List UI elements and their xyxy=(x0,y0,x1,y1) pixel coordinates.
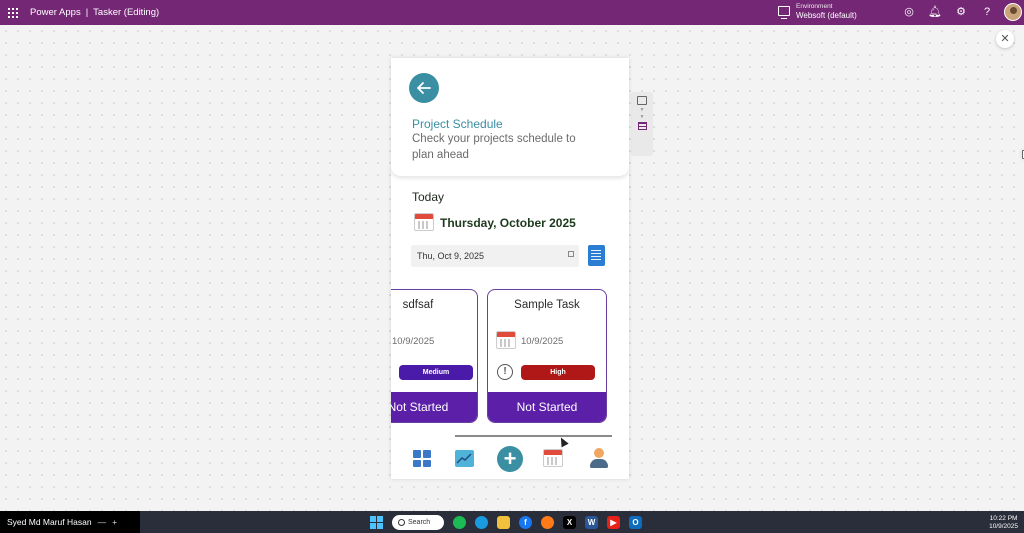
app-name: Tasker (Editing) xyxy=(93,7,160,18)
file-explorer-icon[interactable] xyxy=(497,515,510,529)
date-picker-value: Thu, Oct 9, 2025 xyxy=(417,251,485,261)
app-title: Power Apps | Tasker (Editing) xyxy=(30,7,159,18)
page-title: Project Schedule xyxy=(412,117,503,131)
close-icon[interactable]: ✕ xyxy=(996,30,1014,48)
presenter-name: Syed Md Maruf Hasan xyxy=(7,517,92,527)
app-screen: Project Schedule Check your projects sch… xyxy=(391,58,629,479)
product-name[interactable]: Power Apps xyxy=(30,7,81,18)
calendar-icon xyxy=(414,213,434,231)
header-card: Project Schedule Check your projects sch… xyxy=(391,58,629,176)
environment-icon xyxy=(778,6,790,19)
priority-badge: Medium xyxy=(399,365,473,380)
chevron-down-icon: ▼ xyxy=(639,114,645,120)
priority-badge: High xyxy=(521,365,595,380)
add-task-button[interactable]: + xyxy=(497,446,523,472)
clock-time: 10:22 PM xyxy=(989,515,1018,522)
app-header-bar: Power Apps | Tasker (Editing) Environment … xyxy=(0,0,1024,25)
task-title: sdfsaf xyxy=(402,299,434,311)
environment-picker[interactable]: Environment Websoft (default) xyxy=(778,2,857,20)
back-button[interactable] xyxy=(409,73,439,103)
clock-date: 10/9/2025 xyxy=(989,522,1018,530)
waffle-icon xyxy=(8,7,18,18)
warning-icon: ! xyxy=(497,364,513,380)
environment-label: Environment xyxy=(796,3,833,10)
minimize-icon[interactable]: — xyxy=(98,517,107,527)
screen-share-indicator: Syed Md Maruf Hasan — + xyxy=(0,511,140,533)
canvas-mini-toolbar: ▼ ▼ xyxy=(631,92,1024,159)
gallery-scrollbar[interactable] xyxy=(455,435,612,437)
taskbar-search[interactable]: Search xyxy=(392,514,444,530)
task-status: Not Started xyxy=(391,392,477,422)
windows-start-icon[interactable] xyxy=(370,515,383,529)
data-table-icon[interactable] xyxy=(637,122,647,130)
chevron-down-icon: ▼ xyxy=(639,107,645,113)
taskbar-apps: Search f X W ▶ O xyxy=(370,514,642,530)
task-status: Not Started xyxy=(488,392,606,422)
calendar-icon[interactable] xyxy=(543,449,563,467)
trend-chart-icon[interactable] xyxy=(455,450,474,467)
document-icon[interactable] xyxy=(588,245,605,266)
settings-gear-icon[interactable]: ⚙ xyxy=(954,5,968,19)
dashboard-icon[interactable] xyxy=(413,450,431,467)
task-date: 10/9/2025 xyxy=(392,336,435,347)
word-icon[interactable]: W xyxy=(585,515,598,529)
facebook-icon[interactable]: f xyxy=(519,515,532,529)
os-taskbar: Syed Md Maruf Hasan — + Search f X W ▶ O 1… xyxy=(0,511,1024,533)
date-picker[interactable]: Thu, Oct 9, 2025 xyxy=(411,245,579,267)
edge-icon[interactable] xyxy=(475,515,488,529)
environment-name: Websoft (default) xyxy=(796,11,857,20)
spotify-icon[interactable] xyxy=(453,515,466,529)
monitor-icon[interactable] xyxy=(637,96,647,105)
notification-bell-icon[interactable]: 🔔︎ xyxy=(928,5,942,19)
title-separator: | xyxy=(85,7,89,18)
bottom-nav: + xyxy=(391,444,629,474)
user-icon[interactable] xyxy=(590,448,608,468)
youtube-icon[interactable]: ▶ xyxy=(607,515,620,529)
arrow-left-icon xyxy=(417,82,431,94)
task-gallery[interactable]: sdfsaf 10/9/2025 ! Medium Not Started Sa… xyxy=(391,287,629,427)
task-date: 10/9/2025 xyxy=(521,336,564,347)
task-title: Sample Task xyxy=(514,299,580,311)
today-label: Today xyxy=(412,190,445,204)
current-date-text: Thursday, October 2025 xyxy=(440,216,576,230)
add-icon[interactable]: + xyxy=(112,517,117,527)
page-subtitle: Check your projects schedule to plan ahe… xyxy=(412,133,576,161)
task-card[interactable]: Sample Task 10/9/2025 ! High Not Started xyxy=(487,289,607,423)
calendar-icon xyxy=(496,331,516,349)
help-icon[interactable]: ? xyxy=(980,5,994,19)
x-icon[interactable]: X xyxy=(563,515,576,529)
firefox-icon[interactable] xyxy=(541,515,554,529)
outlook-icon[interactable]: O xyxy=(629,515,642,529)
copilot-icon[interactable]: ◎ xyxy=(902,5,916,19)
system-clock[interactable]: 10:22 PM 10/9/2025 xyxy=(989,515,1018,530)
user-avatar[interactable] xyxy=(1004,3,1022,21)
app-launcher-button[interactable] xyxy=(0,0,26,25)
task-card[interactable]: sdfsaf 10/9/2025 ! Medium Not Started xyxy=(391,289,478,423)
date-picker-calendar-icon[interactable] xyxy=(568,251,574,257)
